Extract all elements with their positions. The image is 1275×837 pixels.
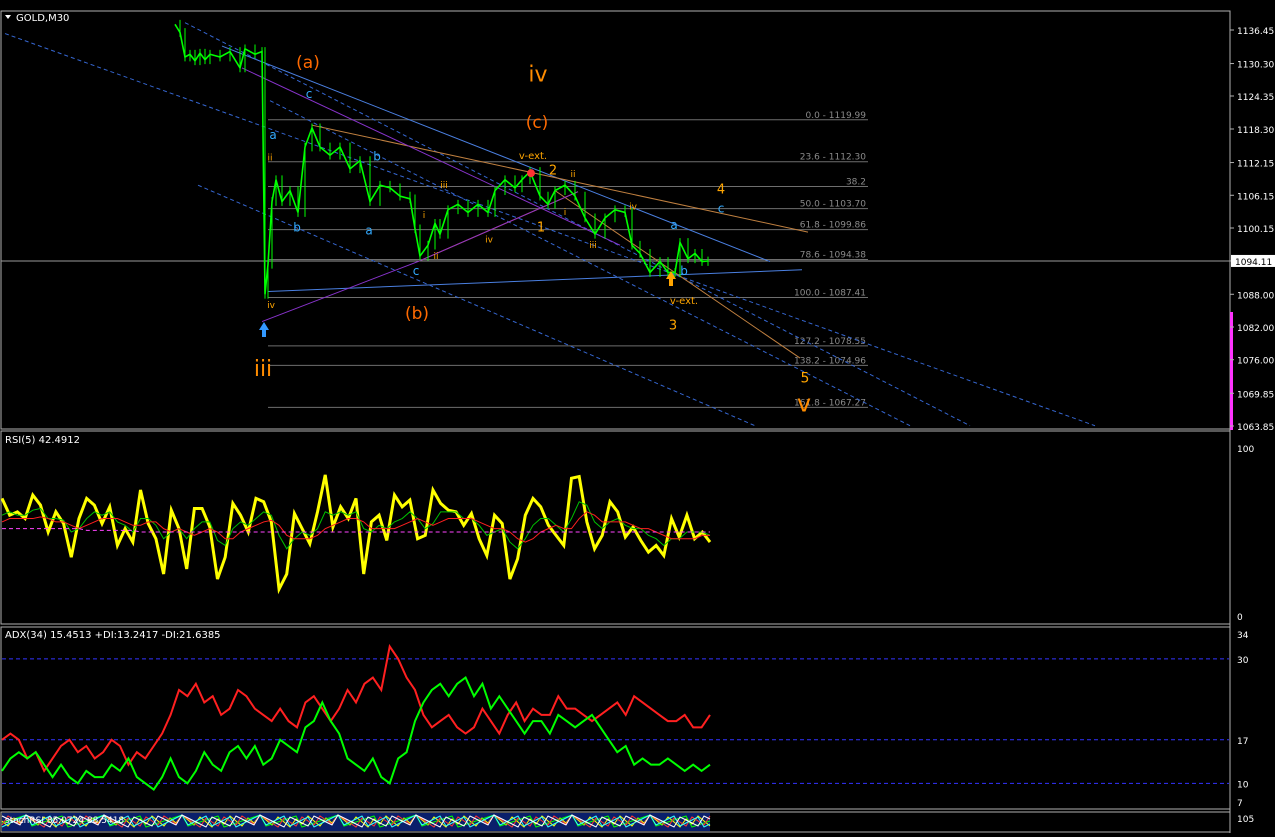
wave-label: 3: [669, 319, 677, 334]
price-axis-label: 1088.00: [1237, 291, 1274, 301]
wave-label: iii: [254, 357, 272, 382]
fib-level-label: 23.6 - 1112.30: [800, 153, 866, 163]
wave-label: 2: [549, 163, 557, 178]
chart-svg: 105 1136.451130.301124.351118.301112.151…: [0, 0, 1275, 833]
fib-level-label: 100.0 - 1087.41: [794, 288, 866, 298]
wave-label: ii: [570, 170, 575, 180]
wave-label: ii: [433, 252, 438, 262]
wave-label: (b): [405, 304, 429, 324]
fib-level-label: 50.0 - 1103.70: [800, 200, 866, 210]
price-axis-label: 1124.35: [1237, 93, 1274, 103]
volume-marker: [1230, 312, 1233, 430]
wave-label: (a): [296, 53, 320, 73]
price-axis-label: 1130.30: [1237, 61, 1274, 71]
adx-title: ADX(34) 15.4513 +DI:13.2417 -DI:21.6385: [5, 630, 221, 641]
wave-label: v-ext.: [670, 296, 698, 307]
rsi-axis-label: 100: [1237, 445, 1254, 455]
fib-level-label: 61.8 - 1099.86: [800, 221, 866, 231]
wave-label: c: [718, 201, 725, 215]
wave-label: iii: [589, 241, 597, 251]
wave-label: iv: [267, 301, 276, 311]
pivot-marker: [527, 169, 535, 178]
chart-root: 105 1136.45 1130.30 1124.35 1118.30 1112.15 1…: [0, 0, 1275, 833]
wave-label: b: [373, 150, 381, 164]
fib-level-label: 138.2 - 1074.96: [794, 356, 866, 366]
wave-label: a: [670, 218, 677, 232]
wave-label: b: [293, 221, 301, 235]
wave-label: ii: [267, 154, 272, 164]
wave-label: (c): [526, 113, 549, 133]
rsi-title: RSI(5) 42.4912: [5, 435, 80, 446]
adx-axis-label: 34: [1237, 631, 1249, 641]
wave-label: i: [423, 211, 426, 221]
wave-label: a: [269, 128, 276, 142]
adx-axis-label: 17: [1237, 737, 1248, 747]
price-axis-label: 1118.30: [1237, 126, 1274, 136]
price-axis-label: 1112.15: [1237, 160, 1274, 170]
price-axis-label: 1069.85: [1237, 390, 1274, 400]
wave-label: iv: [629, 203, 638, 213]
wave-label: iv: [528, 63, 547, 88]
wave-label: c: [413, 264, 420, 278]
wave-label: 5: [801, 371, 810, 387]
price-axis-label: 1136.45: [1237, 27, 1274, 37]
wave-label: 1: [537, 221, 545, 236]
stoch-title: stochRSI 85.0724 88.5418: [5, 816, 124, 826]
wave-label: i: [564, 208, 567, 218]
wave-label: c: [306, 87, 313, 101]
wave-label: iii: [440, 181, 448, 191]
chart-title: GOLD,M30: [16, 13, 69, 24]
fib-level-label: 38.2: [846, 178, 866, 188]
wave-label: a: [365, 223, 372, 237]
adx-axis-label: 7: [1237, 799, 1243, 809]
rsi-axis-label: 0: [1237, 613, 1243, 623]
wave-label: b: [680, 264, 688, 278]
wave-label: v: [797, 390, 811, 418]
wave-label: iv: [485, 235, 494, 245]
price-axis-label: 1082.00: [1237, 324, 1274, 334]
fib-level-label: 78.6 - 1094.38: [800, 250, 866, 260]
adx-axis-label: 10: [1237, 780, 1249, 790]
fib-level-label: 127.2 - 1078.55: [794, 337, 866, 347]
price-axis-label: 1106.15: [1237, 192, 1274, 202]
wave-label: 4: [717, 182, 725, 197]
price-axis-label: 1063.85: [1237, 423, 1274, 433]
adx-axis-label: 30: [1237, 656, 1249, 666]
wave-label: v-ext.: [519, 151, 547, 162]
current-price-label: 1094.11: [1235, 258, 1272, 268]
fib-level-label: 0.0 - 1119.99: [806, 111, 867, 121]
stoch-axis-label: 105: [1237, 815, 1254, 825]
price-axis-label: 1100.15: [1237, 225, 1274, 235]
price-axis-label: 1076.00: [1237, 357, 1274, 367]
